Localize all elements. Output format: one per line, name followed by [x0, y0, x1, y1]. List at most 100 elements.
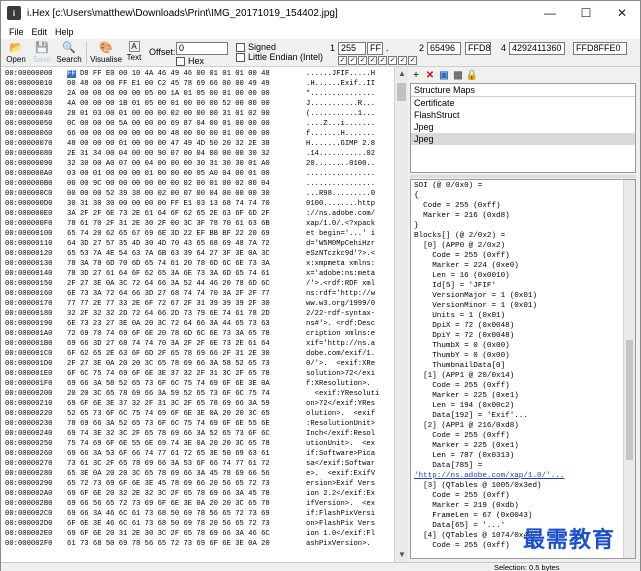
hex-row[interactable]: 00:000000A0 03 00 01 00 00 00 01 00 00 00…: [1, 169, 407, 179]
panel-splitter[interactable]: [410, 175, 636, 178]
byte-hex-field[interactable]: FF: [367, 42, 383, 55]
hex-row-bytes[interactable]: 0C 00 00 00 5A 00 00 00 69 87 04 00 01 0…: [67, 119, 270, 129]
hex-row[interactable]: 00:00000200 20 20 3C 65 78 69 66 3A 59 52…: [1, 389, 407, 399]
structure-map-item[interactable]: Jpeg: [411, 133, 635, 145]
hex-row[interactable]: 00:00000130 78 3A 78 6D 70 6D 65 74 61 20…: [1, 259, 407, 269]
hex-row-ascii[interactable]: 2/22-rdf-syntax-: [306, 309, 375, 319]
hex-row-ascii[interactable]: solution>72</exi: [306, 369, 375, 379]
hex-row[interactable]: 00:00000100 65 74 20 62 65 67 69 6E 3D 22…: [1, 229, 407, 239]
hex-row-ascii[interactable]: ................: [306, 169, 375, 179]
hex-row-ascii[interactable]: et begin='...' i: [306, 229, 375, 239]
signed-checkbox[interactable]: Signed: [236, 42, 276, 52]
hex-row[interactable]: 00:00000230 78 69 66 3A 52 65 73 6F 6C 75…: [1, 419, 407, 429]
hex-row-bytes[interactable]: 78 61 70 2F 31 2E 30 2F 00 3C 3F 78 70 6…: [67, 219, 270, 229]
hex-row-bytes[interactable]: 00 00 9C 00 00 00 00 00 00 02 00 01 00 0…: [67, 179, 270, 189]
hex-row-ascii[interactable]: .14...........02: [306, 149, 375, 159]
hex-row[interactable]: 00:000002C0 69 66 3A 46 6C 61 73 68 50 69…: [1, 509, 407, 519]
hex-row-ascii[interactable]: dobe.com/exif/1.: [306, 349, 375, 359]
hex-row-bytes[interactable]: 72 69 70 74 69 6F 6E 20 78 6D 6C 6E 73 3…: [67, 329, 270, 339]
hex-row[interactable]: 00:00000040 28 01 03 00 01 00 00 00 02 00…: [1, 109, 407, 119]
hex-row-ascii[interactable]: x='adobe:ns:meta: [306, 269, 375, 279]
hex-row-ascii[interactable]: ion 2.2</exif:Ex: [306, 489, 375, 499]
hex-row-ascii[interactable]: cription xmlns:e: [306, 329, 375, 339]
hex-row[interactable]: 00:00000270 73 61 3C 2F 65 78 69 66 3A 53…: [1, 459, 407, 469]
hex-row-ascii[interactable]: H.......GIMP 2.8: [306, 139, 375, 149]
bit-4-checkbox[interactable]: ✓: [368, 56, 377, 65]
hex-row-ascii[interactable]: x:xmpmeta xmlns:: [306, 259, 375, 269]
tree-link[interactable]: 'http://ns.adobe.com/xap/1.0/'...: [414, 472, 564, 481]
hex-row-bytes[interactable]: 32 30 00 A0 07 00 04 00 00 00 30 31 30 3…: [67, 159, 270, 169]
hex-row-bytes[interactable]: 6E 73 23 27 3E 0A 20 3C 72 64 66 3A 44 6…: [67, 319, 270, 329]
structure-map-item[interactable]: FlashStruct: [411, 109, 635, 121]
hex-row-bytes[interactable]: 69 6F 6E 20 31 2E 30 3C 2F 65 78 69 66 3…: [67, 529, 270, 539]
hex-row-ascii[interactable]: xif='http://ns.a: [306, 339, 375, 349]
bit-2-checkbox[interactable]: ✓: [388, 56, 397, 65]
hex-row-bytes[interactable]: 3A 2F 2F 6E 73 2E 61 64 6F 62 65 2E 63 6…: [67, 209, 270, 219]
hex-row[interactable]: 00:000000E0 3A 2F 2F 6E 73 2E 61 64 6F 62…: [1, 209, 407, 219]
hex-row[interactable]: 00:00000060 66 00 00 00 00 00 00 00 48 00…: [1, 129, 407, 139]
structure-maps-header[interactable]: Structure Maps: [411, 84, 635, 97]
menu-edit[interactable]: Edit: [32, 27, 48, 37]
open-button[interactable]: 📂 Open: [5, 41, 27, 67]
hex-row-bytes[interactable]: 20 20 3C 65 78 69 66 3A 59 52 65 73 6F 6…: [67, 389, 270, 399]
hex-row-bytes[interactable]: 6F 62 65 2E 63 6F 6D 2F 65 78 69 66 2F 3…: [67, 349, 270, 359]
hex-row[interactable]: 00:000002B0 69 66 56 65 72 73 69 6F 6E 3E…: [1, 499, 407, 509]
structure-maps-list[interactable]: Structure Maps Certificate FlashStruct Jpe…: [410, 83, 636, 173]
minimize-button[interactable]: —: [532, 1, 568, 25]
add-plus-icon[interactable]: +: [410, 69, 422, 81]
hex-row-bytes[interactable]: 6E 73 3A 72 64 66 3D 27 68 74 74 70 3A 2…: [67, 289, 270, 299]
hex-row-ascii[interactable]: e>. <exif:ExifV: [306, 469, 375, 479]
hex-row-bytes[interactable]: 65 74 20 62 65 67 69 6E 3D 22 EF BB BF 2…: [67, 229, 270, 239]
hex-row-bytes[interactable]: 69 66 3D 27 68 74 74 70 3A 2F 2F 6E 73 2…: [67, 339, 270, 349]
hex-row[interactable]: 00:000000D0 30 31 30 30 00 00 00 00 FF E1…: [1, 199, 407, 209]
hex-row-ascii[interactable]: ion 1.0</exif:Fl: [306, 529, 375, 539]
hex-row[interactable]: 00:00000150 2F 27 3E 0A 3C 72 64 66 3A 52…: [1, 279, 407, 289]
hex-row-ascii[interactable]: utionUnit>. <ex: [306, 439, 375, 449]
hex-row[interactable]: 00:000002F0 61 73 68 50 69 78 56 65 72 73…: [1, 539, 407, 549]
bit-0-checkbox[interactable]: ✓: [408, 56, 417, 65]
hex-row-bytes[interactable]: 69 66 3A 53 6F 66 74 77 61 72 65 3E 50 6…: [67, 449, 270, 459]
hex-row-bytes[interactable]: 00 00 00 52 39 38 00 02 00 07 00 04 00 0…: [67, 189, 270, 199]
hex-row[interactable]: 00:000002E0 69 6F 6E 20 31 2E 30 3C 2F 65…: [1, 529, 407, 539]
hex-row[interactable]: 00:000000C0 00 00 00 52 39 38 00 02 00 07…: [1, 189, 407, 199]
bit-6-checkbox[interactable]: ✓: [348, 56, 357, 65]
hex-row[interactable]: 00:000001D0 2F 27 3E 0A 20 20 3C 65 78 69…: [1, 359, 407, 369]
tree-scroll-thumb[interactable]: [626, 340, 633, 460]
hex-row[interactable]: 00:000001F0 69 66 3A 58 52 65 73 6F 6C 75…: [1, 379, 407, 389]
hex-row-bytes[interactable]: 69 74 3E 32 3C 2F 65 78 69 66 3A 52 65 7…: [67, 429, 270, 439]
hex-row[interactable]: 00:00000010 00 48 00 00 FF E1 00 C2 45 78…: [1, 79, 407, 89]
hex-view-scrollbar[interactable]: ▲ ▼: [394, 67, 408, 562]
hex-row[interactable]: 00:000001A0 72 69 70 74 69 6F 6E 20 78 6D…: [1, 329, 407, 339]
hex-row-ascii[interactable]: ifVersion>. <ex: [306, 499, 375, 509]
hex-row-bytes[interactable]: 69 66 56 65 72 73 69 6F 6E 3E 0A 20 20 3…: [67, 499, 270, 509]
hex-row-bytes[interactable]: 78 69 66 3A 52 65 73 6F 6C 75 74 69 6F 6…: [67, 419, 270, 429]
hex-row-ascii[interactable]: ns:rdf='http://w: [306, 289, 375, 299]
hex-row[interactable]: 00:00000020 2A 00 08 00 00 00 05 00 1A 01…: [1, 89, 407, 99]
hex-row-ascii[interactable]: if:Software>Pica: [306, 449, 375, 459]
hex-row-ascii[interactable]: d='W5M0MpCehiHzr: [306, 239, 375, 249]
hex-row[interactable]: 00:00000180 32 2F 32 32 2D 72 64 66 2D 73…: [1, 309, 407, 319]
hex-row[interactable]: 00:00000050 0C 00 00 00 5A 00 00 00 69 87…: [1, 119, 407, 129]
hex-checkbox[interactable]: Hex: [176, 56, 204, 66]
hex-row[interactable]: 00:00000240 69 74 3E 32 3C 2F 65 78 69 66…: [1, 429, 407, 439]
hex-row[interactable]: 00:00000110 64 3D 27 57 35 4D 30 4D 70 43…: [1, 239, 407, 249]
lock-icon[interactable]: 🔒: [466, 69, 478, 81]
hex-row[interactable]: 00:00000290 65 72 73 69 6F 6E 3E 45 78 69…: [1, 479, 407, 489]
hex-row-ascii[interactable]: if:FlashPixVersi: [306, 509, 375, 519]
save-button[interactable]: 💾 Save: [31, 41, 53, 67]
hex-row-bytes[interactable]: 32 2F 32 32 2D 72 64 66 2D 73 79 6E 74 6…: [67, 309, 270, 319]
hex-row-ascii[interactable]: <exif:YResoluti: [306, 389, 380, 399]
hex-row-ascii[interactable]: sa</exif:Softwar: [306, 459, 375, 469]
hex-row[interactable]: 00:000000B0 00 00 9C 00 00 00 00 00 00 02…: [1, 179, 407, 189]
hex-row-bytes[interactable]: 77 77 2E 77 33 2E 6F 72 67 2F 31 39 39 3…: [67, 299, 270, 309]
hex-row-bytes[interactable]: 2F 27 3E 0A 3C 72 64 66 3A 52 44 46 20 7…: [67, 279, 270, 289]
hex-row-bytes[interactable]: 28 01 03 00 01 00 00 00 02 00 00 00 31 0…: [67, 109, 270, 119]
hex-row[interactable]: 00:00000160 6E 73 3A 72 64 66 3D 27 68 74…: [1, 289, 407, 299]
hex-row-bytes[interactable]: 75 74 69 6F 6E 55 6E 69 74 3E 0A 20 20 3…: [67, 439, 270, 449]
hex-row[interactable]: 00:000000F0 78 61 70 2F 31 2E 30 2F 00 3C…: [1, 219, 407, 229]
hex-row-ascii[interactable]: /'>.<rdf:RDF xml: [306, 279, 375, 289]
bit-7-checkbox[interactable]: ✓: [338, 56, 347, 65]
hex-row[interactable]: 00:00000210 69 6F 6E 3E 37 32 2F 31 3C 2F…: [1, 399, 407, 409]
hex-row-bytes[interactable]: 2F 27 3E 0A 20 20 3C 65 78 69 66 3A 58 5…: [67, 359, 270, 369]
close-button[interactable]: ✕: [604, 1, 640, 25]
